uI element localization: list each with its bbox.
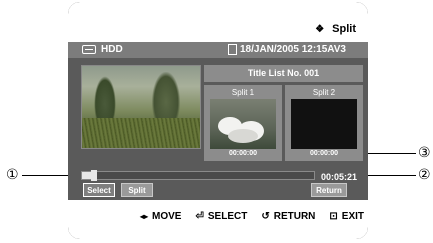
select-button[interactable]: Select [83, 183, 115, 197]
split-screen: ❖ Split HDD 18/JAN/2005 12:15AV3 Title L… [68, 2, 368, 239]
exit-hint: ⊡ EXIT [329, 211, 365, 222]
callout-3: ③ [418, 145, 431, 161]
title-bar: ❖ Split [68, 2, 368, 42]
move-hint: ◂▸ MOVE [140, 211, 182, 222]
split-button[interactable]: Split [121, 183, 153, 197]
split-2-time: 00:00:00 [309, 150, 339, 157]
progress-bar[interactable] [81, 170, 315, 181]
return-button[interactable]: Return [311, 183, 347, 197]
video-preview [81, 65, 201, 149]
footer: ◂▸ MOVE ⏎ SELECT ↺ RETURN ⊡ EXIT [68, 200, 368, 239]
left-right-arrows-icon: ◂▸ [140, 212, 149, 221]
split-2-thumbnail [291, 99, 357, 149]
select-hint: ⏎ SELECT [195, 211, 248, 222]
progress-cursor[interactable] [90, 170, 97, 181]
timecode: 00:05:21 [321, 172, 358, 182]
callout-1: ① [6, 167, 19, 183]
split-1-panel[interactable]: Split 1 00:00:00 [204, 85, 282, 161]
exit-icon: ⊡ [329, 211, 338, 222]
split-2-panel[interactable]: Split 2 00:00:00 [285, 85, 363, 161]
source-label: HDD [101, 44, 123, 55]
diamond-cursor-icon: ❖ [315, 23, 325, 35]
split-1-thumbnail [210, 99, 276, 149]
mode-title: ❖ Split [315, 23, 356, 35]
hdd-icon [82, 45, 96, 54]
split-2-label: Split 2 [312, 88, 336, 97]
enter-icon: ⏎ [195, 211, 204, 222]
callout-2-line [368, 175, 416, 176]
datetime-label: 18/JAN/2005 12:15AV3 [240, 44, 346, 55]
title-list-label: Title List No. 001 [204, 65, 363, 82]
split-1-time: 00:00:00 [228, 150, 258, 157]
return-hint: ↺ RETURN [261, 211, 316, 222]
return-arrow-icon: ↺ [261, 211, 270, 222]
document-icon [228, 44, 237, 55]
split-1-label: Split 1 [231, 88, 255, 97]
info-bar: HDD 18/JAN/2005 12:15AV3 [68, 42, 368, 58]
callout-2: ② [418, 167, 431, 183]
